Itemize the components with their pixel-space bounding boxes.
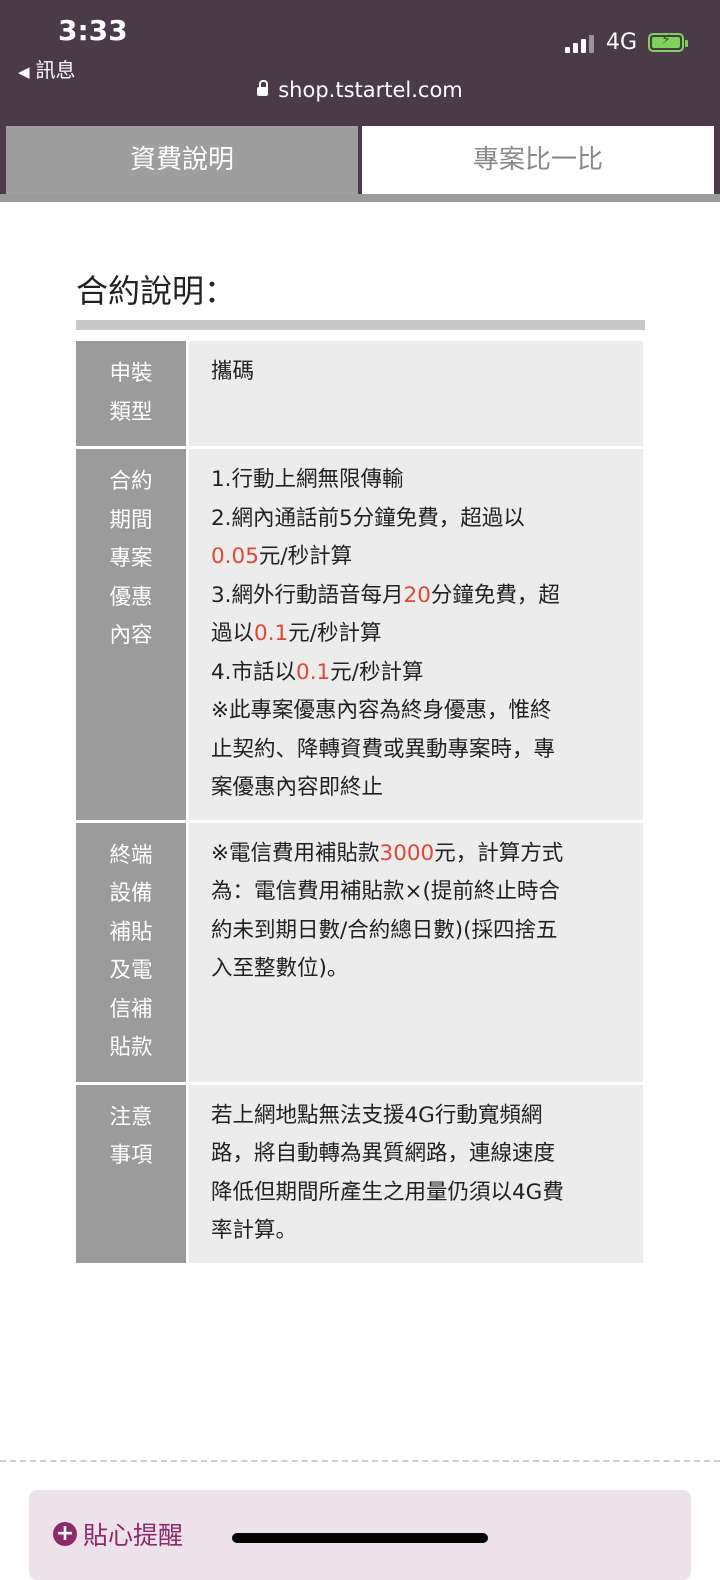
highlight-value: 0.05 <box>211 544 259 569</box>
text-segment: 案優惠內容即終止 <box>211 775 384 800</box>
row-value-line: 0.05元/秒計算 <box>211 538 633 577</box>
text-segment: 1.行動上網無限傳輸 <box>211 467 404 492</box>
text-segment: 為：電信費用補貼款×(提前終止時合 <box>211 879 560 904</box>
row-label-cell: 申裝 類型 <box>76 341 188 449</box>
row-label-line: 信補 <box>109 996 153 1022</box>
row-value-line: ※電信費用補貼款3000元，計算方式 <box>211 835 633 874</box>
row-label-line: 設備 <box>109 881 153 906</box>
row-value-line: 4.市話以0.1元/秒計算 <box>211 654 633 693</box>
home-indicator[interactable] <box>232 1533 488 1543</box>
row-value-line: 降低但期間所產生之用量仍須以4G費 <box>211 1174 633 1213</box>
text-segment: 路，將自動轉為異質網路，連線速度 <box>211 1141 556 1166</box>
row-value-line: 若上網地點無法支援4G行動寬頻網 <box>211 1097 633 1136</box>
row-label-line: 注意 <box>109 1104 153 1130</box>
reminder-label: 貼心提醒 <box>83 1521 184 1550</box>
clock: 3:33 <box>58 14 128 47</box>
text-segment: 降低但期間所產生之用量仍須以4G費 <box>211 1179 564 1205</box>
row-value-line: 過以0.1元/秒計算 <box>211 615 633 654</box>
text-segment: 攜碼 <box>211 359 255 384</box>
row-label-cell: 終端設備補貼及電信補貼款 <box>76 821 188 1085</box>
text-segment: 約未到期日數/合約總日數)(採四捨五 <box>211 917 558 943</box>
highlight-value: 0.1 <box>254 621 289 646</box>
row-value-line: 攜碼 <box>211 353 633 392</box>
text-segment: 元，計算方式 <box>434 840 564 866</box>
table-row: 注意 事項 若上網地點無法支援4G行動寬頻網 路，將自動轉為異質網路，連線速度 降低但期… <box>76 1083 643 1266</box>
text-segment: 入至整數位)。 <box>211 956 349 981</box>
row-label-line: 事項 <box>109 1143 153 1168</box>
text-segment: 率計算。 <box>211 1218 298 1243</box>
text-segment: 若上網地點無法支援4G行動寬頻網 <box>211 1102 543 1128</box>
row-label-line: 期間 <box>109 507 153 533</box>
row-value-line: 率計算。 <box>211 1212 633 1251</box>
row-label-cell: 合約期間專案優惠內容 <box>76 447 188 823</box>
highlight-value: 3000 <box>379 840 435 866</box>
highlight-value: 0.1 <box>296 659 331 685</box>
section-title: 合約說明： <box>76 272 237 310</box>
row-label-line: 補貼 <box>109 919 153 945</box>
text-segment: 分鐘免費，超 <box>430 582 560 608</box>
url-text: shop.tstartel.com <box>278 78 463 102</box>
row-label-line: 貼款 <box>109 1035 153 1060</box>
row-value-line: 約未到期日數/合約總日數)(採四捨五 <box>211 912 633 951</box>
row-value-line: 入至整數位)。 <box>211 950 633 989</box>
row-value-cell: 1.行動上網無限傳輸 2.網內通話前5分鐘免費，超過以 0.05元/秒計算 3.網外行… <box>186 447 643 823</box>
highlight-value: 20 <box>403 582 431 608</box>
row-value-cell: 攜碼 <box>186 341 643 449</box>
lock-icon <box>257 80 269 96</box>
table-row: 合約期間專案優惠內容 1.行動上網無限傳輸 2.網內通話前5分鐘免費，超過以 0.05… <box>76 447 643 823</box>
text-segment: 4.市話以 <box>211 659 297 685</box>
dashed-divider <box>0 1460 720 1462</box>
status-bar: 3:33 ◀ 訊息 4G ⚡ shop.tstartel.com <box>0 0 720 122</box>
text-segment: 元/秒計算 <box>258 544 353 569</box>
contract-table: 申裝 類型 攜碼 合約 期間 專案 優惠 內容 1.行動上網無限傳輸 2.網內通話前5分鐘免費，超… <box>76 341 643 1266</box>
row-label-line: 申裝 <box>109 361 153 386</box>
battery-charging-icon: ⚡ <box>648 32 688 52</box>
signal-icon <box>565 33 595 53</box>
section-divider <box>76 320 645 330</box>
table-row: 終端 設備 補貼 及電 信補 貼款 ※電信費用補貼款3000元，計算方式 為：電信費用補貼款×… <box>76 821 643 1085</box>
row-value-cell: 若上網地點無法支援4G行動寬頻網 路，將自動轉為異質網路，連線速度 降低但期間所產生… <box>186 1083 643 1266</box>
table-row: 申裝 類型 攜碼 <box>76 341 643 449</box>
row-value-line: 3.網外行動語音每月20分鐘免費，超 <box>211 577 633 616</box>
text-segment: 2.網內通話前5分鐘免費，超過以 <box>211 505 525 531</box>
row-label-cell: 注意 事項 <box>76 1083 188 1266</box>
tab-plan-compare[interactable]: 專案比一比 <box>362 126 714 194</box>
text-segment: 3.網外行動語音每月 <box>211 582 404 608</box>
row-value-line: ※此專案優惠內容為終身優惠，惟終 <box>211 692 633 731</box>
row-label-line: 及電 <box>109 958 153 983</box>
text-segment: ※電信費用補貼款 <box>211 840 380 866</box>
row-value-cell: ※電信費用補貼款3000元，計算方式為：電信費用補貼款×(提前終止時合 約未到期日… <box>186 821 643 1085</box>
row-value-line: 2.網內通話前5分鐘免費，超過以 <box>211 500 633 539</box>
row-value-line: 路，將自動轉為異質網路，連線速度 <box>211 1135 633 1174</box>
network-type: 4G <box>606 30 638 55</box>
row-value-line: 1.行動上網無限傳輸 <box>211 461 633 500</box>
address-bar[interactable]: shop.tstartel.com <box>0 78 720 102</box>
text-segment: ※此專案優惠內容為終身優惠，惟終 <box>211 698 552 723</box>
row-label-line: 類型 <box>109 399 153 425</box>
tab-bar: 資費說明 專案比一比 <box>0 122 720 202</box>
tab-rate-description[interactable]: 資費說明 <box>6 126 358 194</box>
tab-bar-underline <box>0 194 720 202</box>
row-value-line: 案優惠內容即終止 <box>211 769 633 808</box>
row-label-line: 優惠 <box>109 584 153 610</box>
plus-circle-icon: + <box>53 1522 77 1546</box>
row-value-line: 為：電信費用補貼款×(提前終止時合 <box>211 873 633 912</box>
text-segment: 元/秒計算 <box>330 659 424 685</box>
text-segment: 止契約、降轉資費或異動專案時，專 <box>211 736 556 762</box>
row-value-line: 止契約、降轉資費或異動專案時，專 <box>211 731 633 770</box>
row-label-line: 內容 <box>109 623 153 648</box>
text-segment: 元/秒計算 <box>288 621 382 646</box>
row-label-line: 合約 <box>109 469 153 494</box>
row-label-line: 專案 <box>109 546 153 571</box>
text-segment: 過以 <box>211 621 255 646</box>
row-label-line: 終端 <box>109 842 153 868</box>
